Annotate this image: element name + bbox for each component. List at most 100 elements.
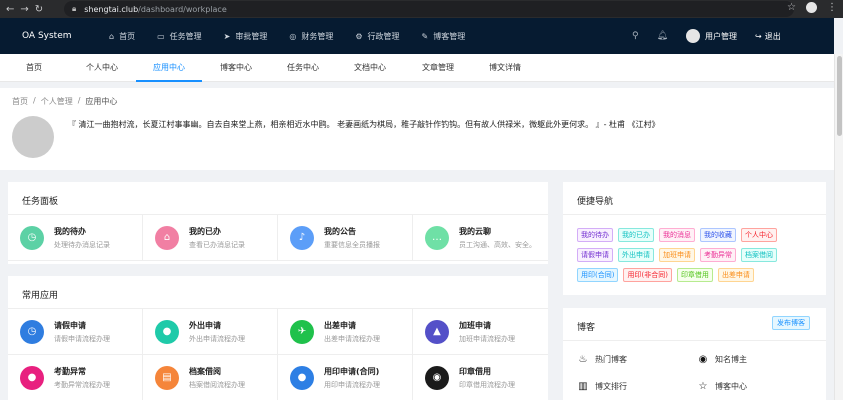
quick-nav-tag[interactable]: 用印(合同) (577, 268, 619, 282)
browser-menu-icon[interactable]: ⋮ (827, 2, 837, 13)
location-icon: ● (155, 319, 179, 344)
app-item[interactable]: ▤ 档案借阅 档案借阅流程办理 (143, 355, 278, 400)
quick-nav-tag[interactable]: 我的已办 (618, 228, 654, 242)
item-title: 出差申请 (324, 320, 356, 330)
page-avatar (12, 116, 54, 158)
user-menu[interactable]: 用户管理 (686, 29, 737, 43)
blog-link-label: 热门博客 (595, 355, 627, 364)
blog-link[interactable]: ▥ 博文排行 (577, 381, 697, 392)
nav-item-label: 任务管理 (169, 31, 202, 41)
breadcrumb-item[interactable]: 首页 (12, 96, 28, 107)
blog-card: 博客 发布博客 ♨ 热门博客 ◉ 知名博主 ▥ 博文排行 ☆ 博客中心 (563, 308, 826, 400)
quick-nav-tag[interactable]: 印章借用 (676, 268, 713, 282)
tab-5[interactable]: 文档中心 (336, 54, 404, 82)
task-item[interactable]: … 我的云聊 员工沟通、高效、安全。 (413, 215, 548, 261)
tab-1[interactable]: 个人中心 (68, 54, 136, 82)
app-item[interactable]: ● 用印申请(合同) 用印申请流程办理 (278, 355, 413, 400)
task-item[interactable]: ◷ 我的待办 处理待办消息记录 (8, 215, 143, 261)
quick-nav-tag[interactable]: 我的消息 (659, 228, 695, 242)
address-bar[interactable]: 🔒︎ shengtai.club /dashboard/workplace (64, 1, 794, 17)
quick-nav-tag[interactable]: 请假申请 (577, 248, 613, 262)
item-text: 出差申请出差申请流程办理 (324, 320, 380, 344)
tab-0[interactable]: 首页 (0, 54, 68, 82)
nav-item-1[interactable]: ▭ 任务管理 (146, 18, 213, 54)
task-item[interactable]: ♪ 我的公告 重要信息全员播报 (278, 215, 413, 261)
nav-item-4[interactable]: ⚙ 行政管理 (344, 18, 410, 54)
app-item[interactable]: ● 考勤异常 考勤异常流程办理 (8, 355, 143, 400)
item-title: 我的待办 (54, 226, 86, 236)
app-item[interactable]: ◷ 请假申请 请假申请流程办理 (8, 309, 143, 355)
app-item[interactable]: ✈ 出差申请出差申请流程办理 (278, 309, 413, 355)
tab-6[interactable]: 文章管理 (404, 54, 472, 82)
search-icon[interactable]: ⚲ (632, 31, 639, 41)
blog-link-label: 博客中心 (715, 382, 747, 391)
tab-4[interactable]: 任务中心 (270, 54, 336, 82)
bell-icon[interactable]: 🔔︎ (657, 31, 668, 41)
item-desc: 出差申请流程办理 (324, 334, 380, 343)
browser-actions: ☆ ⋮ (787, 2, 837, 13)
tab-2[interactable]: 应用中心 (136, 54, 202, 82)
item-desc: 外出申请流程办理 (189, 334, 245, 343)
quick-nav-tag[interactable]: 用印(非合同) (623, 268, 672, 282)
quick-nav-tag[interactable]: 加班申请 (659, 248, 695, 262)
item-title: 加班申请 (459, 320, 491, 330)
quick-nav-tag[interactable]: 我的收藏 (700, 228, 736, 242)
quick-nav-tags: 我的待办 我的已办 我的消息 我的收藏 个人中心请假申请 外出申请 加班申请 考勤异常 档案借阅… (577, 228, 817, 282)
page-scrollbar[interactable] (834, 54, 843, 400)
browser-profile-icon[interactable] (806, 2, 817, 13)
nav-item-2[interactable]: ➤ 审批管理 (213, 18, 279, 54)
common-apps-title: 常用应用 (22, 291, 59, 301)
item-title: 我的云聊 (459, 226, 491, 236)
quick-nav-title: 便捷导航 (577, 197, 614, 207)
item-desc: 考勤异常流程办理 (54, 380, 110, 389)
tab-7[interactable]: 博文详情 (472, 54, 538, 82)
stamp-icon: ◉ (425, 365, 449, 390)
breadcrumb-item[interactable]: 个人管理 (41, 96, 73, 107)
scrollbar-thumb[interactable] (837, 56, 842, 136)
finance-icon: ◎ (289, 31, 297, 41)
item-text: 外出申请 外出申请流程办理 (189, 320, 245, 344)
quick-nav-tag[interactable]: 个人中心 (741, 228, 777, 242)
divider (563, 214, 826, 215)
nav-item-3[interactable]: ◎ 财务管理 (278, 18, 344, 54)
item-title: 请假申请 (54, 320, 86, 330)
quick-nav-tag[interactable]: 档案借阅 (741, 248, 777, 262)
blog-link[interactable]: ♨ 热门博客 (577, 354, 697, 365)
app-item[interactable]: ● 外出申请 外出申请流程办理 (143, 309, 278, 355)
reload-icon[interactable]: ↻ (35, 4, 43, 15)
quick-nav-tag[interactable]: 出差申请 (717, 268, 754, 282)
chat-icon: … (425, 225, 449, 250)
item-title: 考勤异常 (54, 366, 86, 376)
forward-icon[interactable]: → (20, 4, 28, 15)
publish-blog-button[interactable]: 发布博客 (772, 316, 810, 330)
breadcrumb: 首页 / 个人管理 / 应用中心 (12, 96, 117, 107)
tab-3[interactable]: 博客中心 (202, 54, 270, 82)
user-menu-label: 用户管理 (705, 31, 738, 41)
brand-logo[interactable]: OA System (0, 31, 98, 41)
nav-item-0[interactable]: ⌂ 首页 (98, 18, 146, 54)
nav-item-label: 首页 (119, 31, 136, 41)
blog-link[interactable]: ☆ 博客中心 (697, 381, 817, 392)
admin-icon: ⚙ (355, 31, 363, 41)
breadcrumb-item: 应用中心 (85, 97, 118, 106)
blog-link-label: 博文排行 (595, 382, 627, 391)
task-item[interactable]: ⌂ 我的已办 查看已办消息记录 (143, 215, 278, 261)
bookmark-star-icon[interactable]: ☆ (787, 2, 796, 13)
item-title: 印章借用 (459, 366, 491, 376)
item-text: 档案借阅 档案借阅流程办理 (189, 366, 245, 390)
app-item[interactable]: ◉ 印章借用 印章借用流程办理 (413, 355, 548, 400)
nav-item-5[interactable]: ✎ 博客管理 (411, 18, 477, 54)
back-icon[interactable]: ← (6, 4, 14, 15)
quick-nav-tag[interactable]: 我的待办 (577, 228, 613, 242)
blog-link[interactable]: ◉ 知名博主 (697, 354, 817, 365)
quick-nav-tag[interactable]: 外出申请 (618, 248, 654, 262)
item-desc: 档案借阅流程办理 (189, 380, 245, 389)
archive-icon: ▤ (155, 365, 179, 390)
page-quote: 『 清江一曲抱村流，长夏江村事事幽。自去自来堂上燕，相亲相近水中鸥。 老妻画纸为… (68, 120, 660, 129)
logout-button[interactable]: ↪ 退出 (755, 31, 781, 42)
quick-nav-tag[interactable]: 考勤异常 (700, 248, 736, 262)
app-item[interactable]: ▲ 加班申请 加班申请流程办理 (413, 309, 548, 355)
browser-nav: ← → ↻ (0, 4, 62, 15)
plane-icon: ✈ (290, 319, 314, 344)
blog-link-label: 知名博主 (715, 355, 747, 364)
